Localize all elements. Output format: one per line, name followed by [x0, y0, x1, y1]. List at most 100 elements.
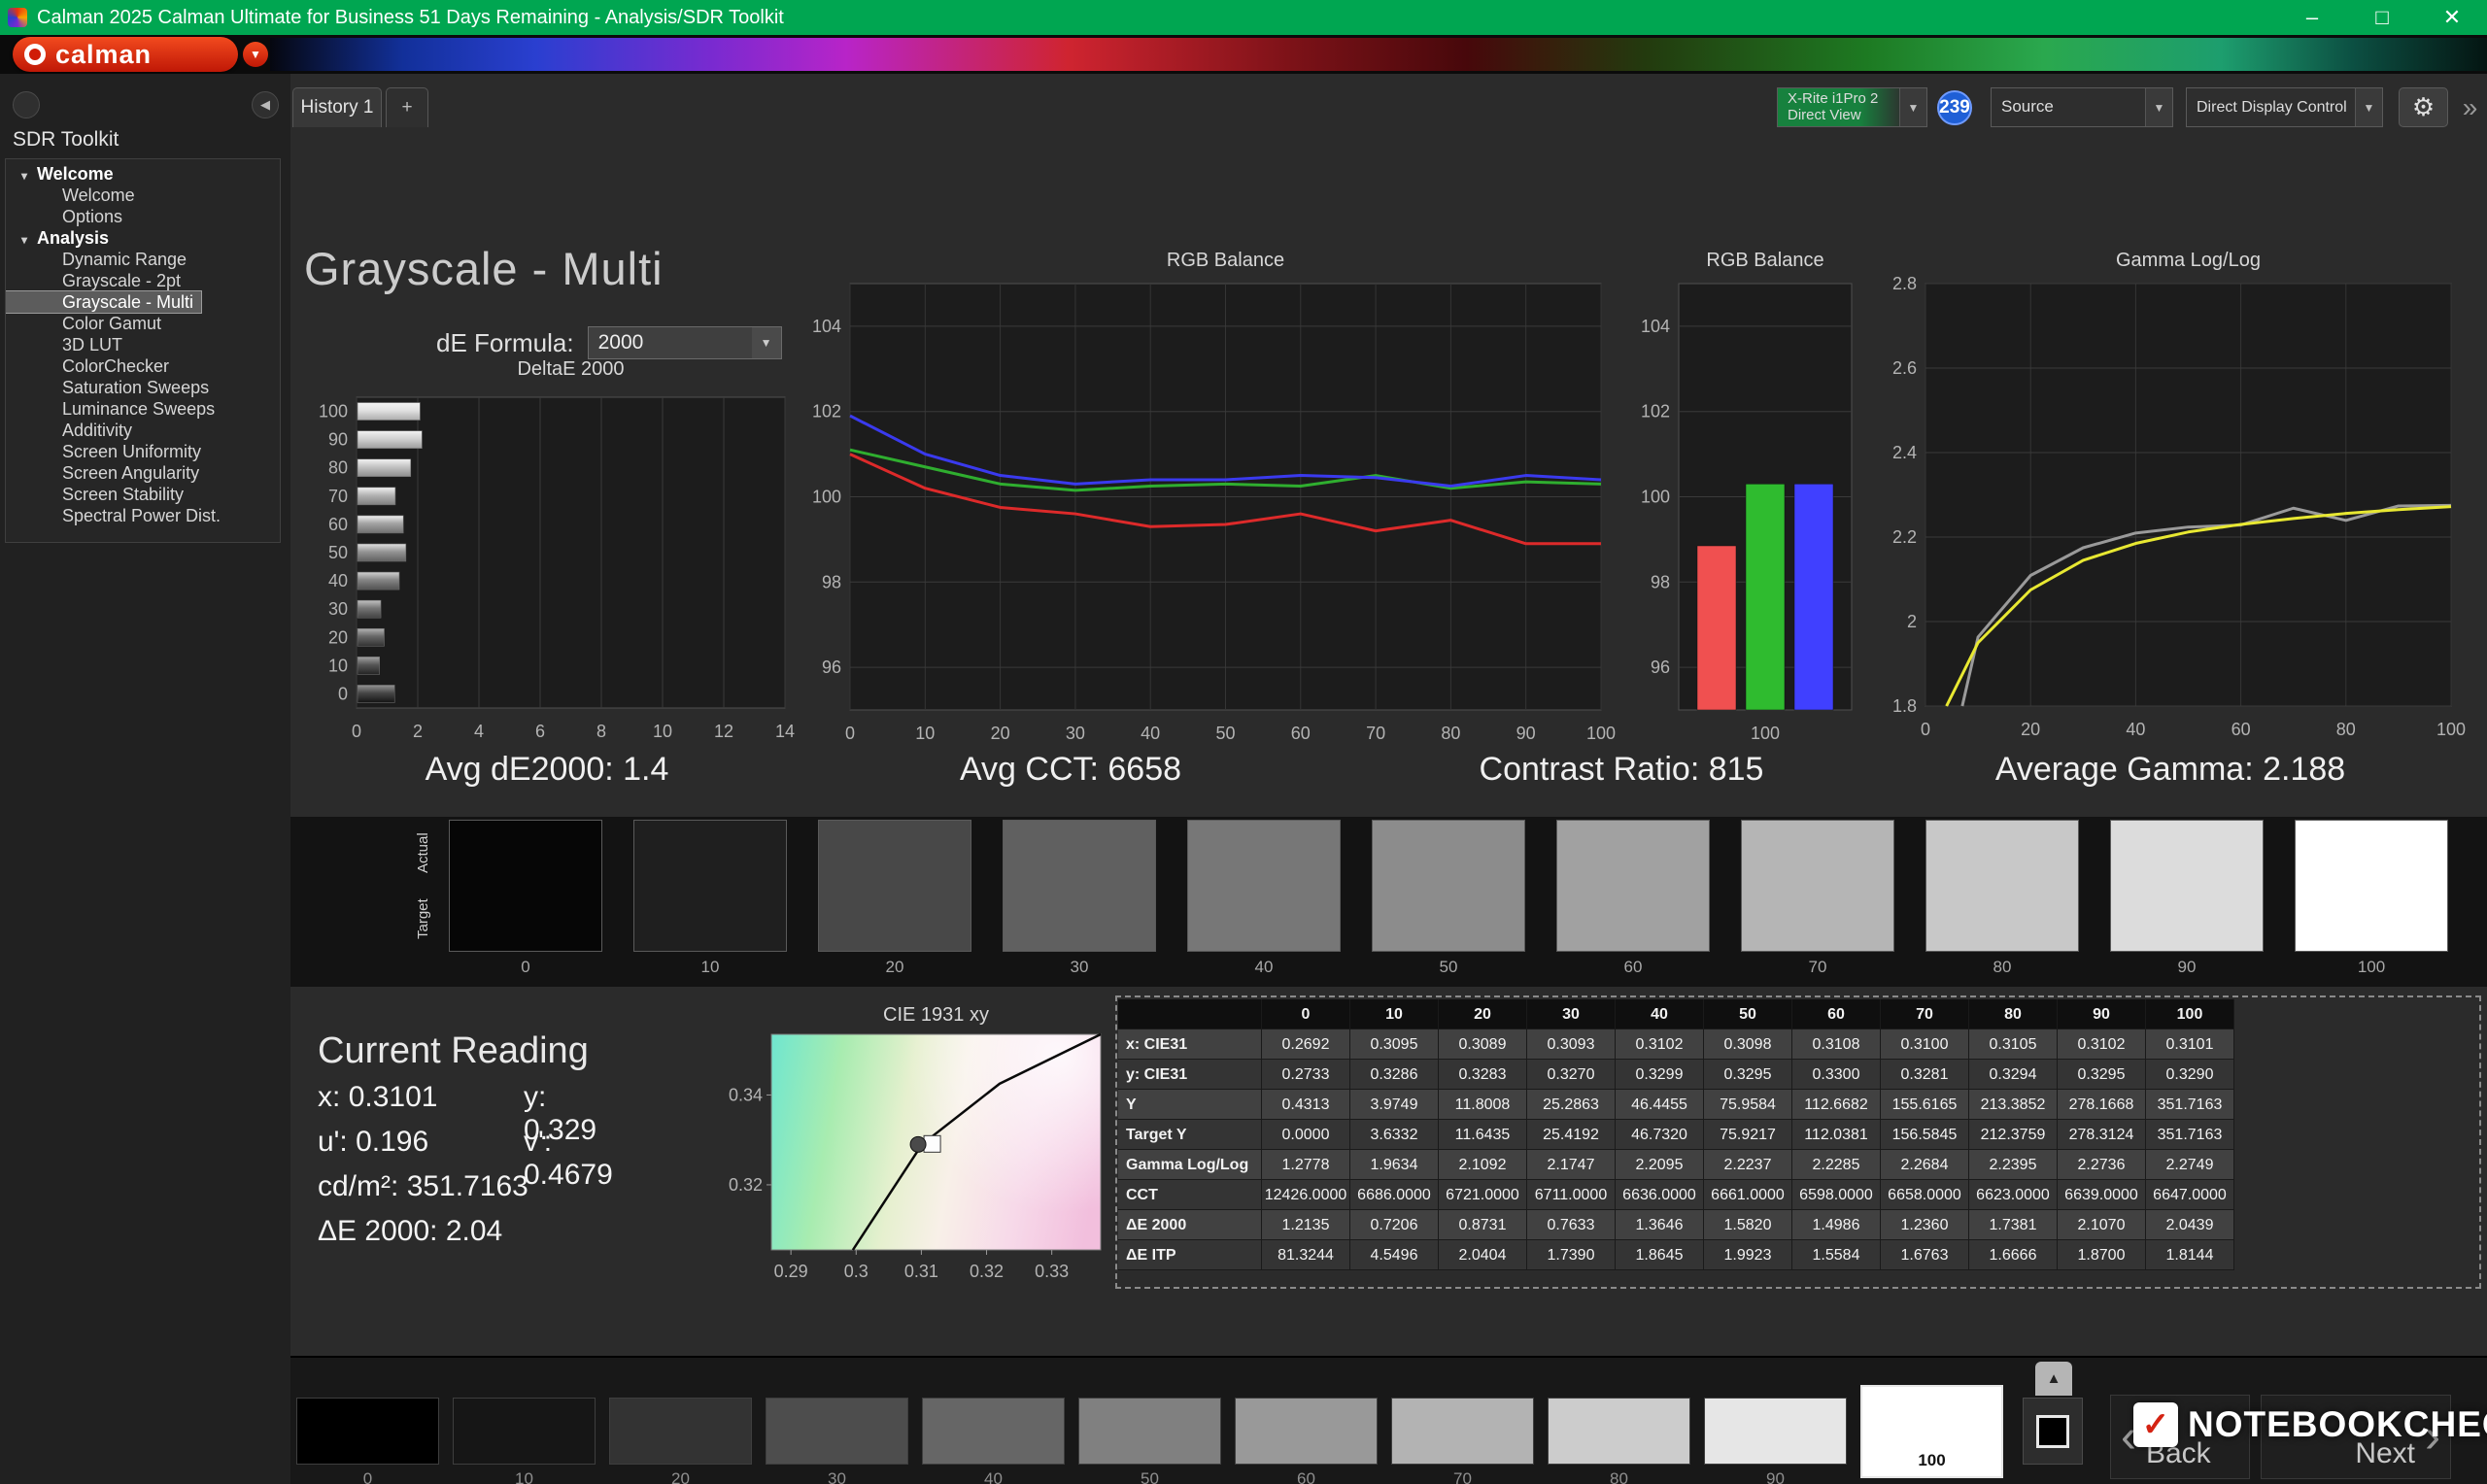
actual-row-label: Actual: [415, 823, 431, 883]
maximize-button[interactable]: □: [2347, 0, 2417, 35]
close-button[interactable]: ✕: [2417, 0, 2487, 35]
table-row-label: y: CIE31: [1118, 1060, 1262, 1090]
table-value-cell: 0.2692: [1262, 1029, 1350, 1060]
tree-group-welcome[interactable]: ▾Welcome: [6, 163, 280, 185]
sidebar-item-screen-stability[interactable]: Screen Stability: [6, 484, 280, 505]
sidebar-item-saturation-sweeps[interactable]: Saturation Sweeps: [6, 377, 280, 398]
cie-1931-chart: 0.290.30.310.320.330.340.32: [713, 1025, 1131, 1297]
table-value-cell: 6598.0000: [1792, 1180, 1881, 1210]
swatch-label: 20: [818, 958, 971, 977]
source-dropdown[interactable]: Source ▼: [1991, 87, 2173, 127]
swatch-label: 50: [1372, 958, 1525, 977]
tab-add-button[interactable]: +: [386, 87, 428, 127]
calman-logo-icon: [24, 44, 46, 65]
grayscale-swatch-100: 100: [2295, 820, 2448, 977]
sidebar-item-3d-lut[interactable]: 3D LUT: [6, 334, 280, 355]
de-formula-dropdown[interactable]: 2000 ▼: [588, 326, 782, 359]
calman-logo-button[interactable]: calman: [13, 37, 238, 72]
svg-text:70: 70: [1366, 724, 1385, 743]
settings-button[interactable]: ⚙: [2399, 87, 2448, 127]
svg-text:2.2: 2.2: [1892, 527, 1917, 547]
sidebar-item-colorchecker[interactable]: ColorChecker: [6, 355, 280, 377]
sidebar-item-color-gamut[interactable]: Color Gamut: [6, 313, 280, 334]
patch-label: 60: [1235, 1469, 1378, 1484]
test-patch-70[interactable]: 70: [1391, 1398, 1534, 1484]
test-patch-90[interactable]: 90: [1704, 1398, 1847, 1484]
table-value-cell: 1.8700: [2058, 1240, 2146, 1270]
table-column-header: 10: [1350, 999, 1439, 1029]
swatch-label: 80: [1925, 958, 2079, 977]
sidebar-item-welcome[interactable]: Welcome: [6, 185, 280, 206]
chevron-down-icon: ▼: [1899, 88, 1926, 126]
test-patch-10[interactable]: 10: [453, 1398, 596, 1484]
table-value-cell: 0.3294: [1969, 1060, 2058, 1090]
sidebar-menu-button[interactable]: [13, 91, 40, 118]
sidebar-collapse-button[interactable]: ◀: [252, 91, 279, 118]
table-value-cell: 0.3300: [1792, 1060, 1881, 1090]
reading-xy: x: 0.3101 y: 0.329: [318, 1081, 437, 1114]
pattern-window-button[interactable]: [2023, 1398, 2083, 1465]
table-column-header: 70: [1881, 999, 1969, 1029]
swatch-color: [633, 820, 787, 952]
svg-text:20: 20: [2021, 720, 2040, 739]
patch-label: 90: [1704, 1469, 1847, 1484]
test-patch-100[interactable]: 100: [1860, 1385, 2003, 1478]
patch-label: 30: [766, 1469, 908, 1484]
panel-collapse-button[interactable]: »: [2455, 87, 2485, 127]
deltae-chart-title: DeltaE 2000: [357, 358, 785, 381]
pattern-panel-expand-button[interactable]: ▲: [2035, 1362, 2072, 1396]
svg-text:80: 80: [1441, 724, 1460, 743]
test-patch-80[interactable]: 80: [1548, 1398, 1690, 1484]
reading-luminance: cd/m²: 351.7163: [318, 1170, 528, 1203]
sidebar-item-grayscale-multi[interactable]: Grayscale - Multi: [6, 291, 201, 313]
patch-color: [1235, 1398, 1378, 1465]
svg-text:10: 10: [653, 722, 672, 741]
table-column-header: 80: [1969, 999, 2058, 1029]
expander-icon: ▾: [21, 229, 37, 251]
window-titlebar: Calman 2025 Calman Ultimate for Business…: [0, 0, 2487, 35]
grayscale-swatch-0: 0: [449, 820, 602, 977]
table-row-label: ΔE ITP: [1118, 1240, 1262, 1270]
sidebar-item-screen-uniformity[interactable]: Screen Uniformity: [6, 441, 280, 462]
minimize-button[interactable]: –: [2277, 0, 2347, 35]
sidebar-item-dynamic-range[interactable]: Dynamic Range: [6, 249, 280, 270]
sidebar-item-options[interactable]: Options: [6, 206, 280, 227]
svg-text:0.32: 0.32: [970, 1262, 1004, 1281]
deltae-bar-chart: 024681012141009080706050403020100: [290, 388, 844, 757]
avg-cct-summary: Avg CCT: 6658: [876, 751, 1265, 789]
calman-menu-caret[interactable]: ▼: [243, 42, 268, 67]
table-value-cell: 0.3283: [1439, 1060, 1527, 1090]
patch-label: 20: [609, 1469, 752, 1484]
contrast-ratio-summary: Contrast Ratio: 815: [1427, 751, 1816, 789]
test-patch-40[interactable]: 40: [922, 1398, 1065, 1484]
test-patch-20[interactable]: 20: [609, 1398, 752, 1484]
sidebar-item-luminance-sweeps[interactable]: Luminance Sweeps: [6, 398, 280, 420]
table-value-cell: 25.2863: [1527, 1090, 1616, 1120]
patch-color: [1078, 1398, 1221, 1465]
svg-text:0.33: 0.33: [1035, 1262, 1069, 1281]
sidebar-item-spectral-power-dist[interactable]: Spectral Power Dist.: [6, 505, 280, 526]
table-value-cell: 1.6666: [1969, 1240, 2058, 1270]
svg-text:20: 20: [991, 724, 1010, 743]
tree-group-analysis[interactable]: ▾Analysis: [6, 227, 280, 249]
current-reading-title: Current Reading: [318, 1030, 589, 1072]
patch-label: 80: [1548, 1469, 1690, 1484]
tab-history-1[interactable]: History 1: [292, 87, 382, 127]
sidebar-item-screen-angularity[interactable]: Screen Angularity: [6, 462, 280, 484]
meter-dropdown[interactable]: X-Rite i1Pro 2 Direct View ▼: [1777, 87, 1927, 127]
table-value-cell: 0.3295: [2058, 1060, 2146, 1090]
chevron-down-icon: ▼: [2355, 88, 2382, 126]
sidebar-item-grayscale-2pt[interactable]: Grayscale - 2pt: [6, 270, 280, 291]
de-formula-label: dE Formula:: [436, 328, 574, 358]
table-row-label: Gamma Log/Log: [1118, 1150, 1262, 1180]
svg-text:96: 96: [822, 658, 841, 677]
sidebar-item-additivity[interactable]: Additivity: [6, 420, 280, 441]
grayscale-swatch-60: 60: [1556, 820, 1710, 977]
test-patch-50[interactable]: 50: [1078, 1398, 1221, 1484]
test-patch-0[interactable]: 0: [296, 1398, 439, 1484]
test-patch-30[interactable]: 30: [766, 1398, 908, 1484]
table-column-header: 30: [1527, 999, 1616, 1029]
display-control-dropdown[interactable]: Direct Display Control ▼: [2186, 87, 2383, 127]
test-patch-60[interactable]: 60: [1235, 1398, 1378, 1484]
svg-text:104: 104: [812, 317, 841, 336]
